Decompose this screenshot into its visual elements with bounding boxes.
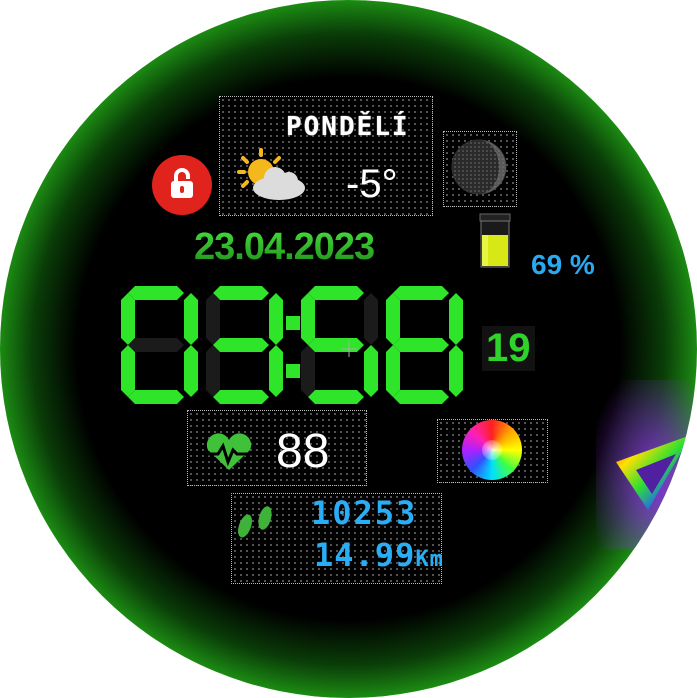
clock-digit-1-seg-e [206, 345, 220, 397]
clock-digit-2-seg-c [364, 345, 378, 397]
center-crosshair [341, 341, 357, 357]
clock-digit-2-seg-d [308, 390, 364, 404]
clock-digit-0-seg-a [128, 286, 184, 300]
time-display [121, 286, 463, 404]
clock-digit-0-seg-e [121, 345, 135, 397]
clock-digit-0-seg-d [128, 390, 184, 404]
battery-percent: 69 % [531, 249, 595, 280]
moon-phase-icon [451, 139, 507, 195]
clock-digit-1-seg-b [269, 293, 283, 345]
clock-digit-0-seg-c [184, 345, 198, 397]
clock-digit-1-seg-g [213, 338, 269, 352]
partly-cloudy-icon [237, 148, 305, 200]
seconds-display: 19 [482, 326, 535, 371]
color-wheel-center [482, 440, 502, 460]
clock-digit-1-seg-a [213, 286, 269, 300]
battery-icon [479, 213, 511, 268]
clock-digit-3-seg-b [449, 293, 463, 345]
clock-digit-3-seg-d [393, 390, 449, 404]
clock-digit-1-seg-c [269, 345, 283, 397]
clock-digit-0-seg-g [128, 338, 184, 352]
clock-digit-0-seg-f [121, 293, 135, 345]
clock-digit-2-seg-e [301, 345, 315, 397]
clock-colon-dot-1 [286, 364, 300, 378]
weekday-label: PONDĚLÍ [286, 112, 410, 142]
distance-unit: Km [415, 547, 444, 572]
distance-display: 14.99Km [314, 536, 444, 574]
clock-digit-1-seg-d [213, 390, 269, 404]
distance-value: 14.99 [314, 536, 416, 574]
steps-count: 10253 [311, 494, 418, 532]
footprints-icon [238, 506, 272, 538]
lock-icon [171, 168, 193, 198]
date-label[interactable]: 23.04.2023 [194, 226, 375, 269]
clock-digit-0-seg-b [184, 293, 198, 345]
temperature-value: -5° [346, 162, 398, 206]
clock-digit-2-seg-b [364, 293, 378, 345]
clock-colon-dot-0 [286, 316, 300, 330]
clock-digit-3-seg-c [449, 345, 463, 397]
clock-digit-3-seg-g [393, 338, 449, 352]
rainbow-triangle-icon[interactable] [596, 380, 697, 550]
heart-rate-icon [204, 433, 254, 470]
clock-digit-1-seg-f [206, 293, 220, 345]
clock-digit-2-seg-f [301, 293, 315, 345]
watch-face: PONDĚLÍ -5° 69 % 23.04.2023 19 88 10253 … [0, 0, 697, 698]
clock-digit-3-seg-f [386, 293, 400, 345]
clock-digit-3-seg-e [386, 345, 400, 397]
clock-digit-3-seg-a [393, 286, 449, 300]
clock-digit-2-seg-a [308, 286, 364, 300]
heart-rate-value: 88 [276, 425, 330, 478]
